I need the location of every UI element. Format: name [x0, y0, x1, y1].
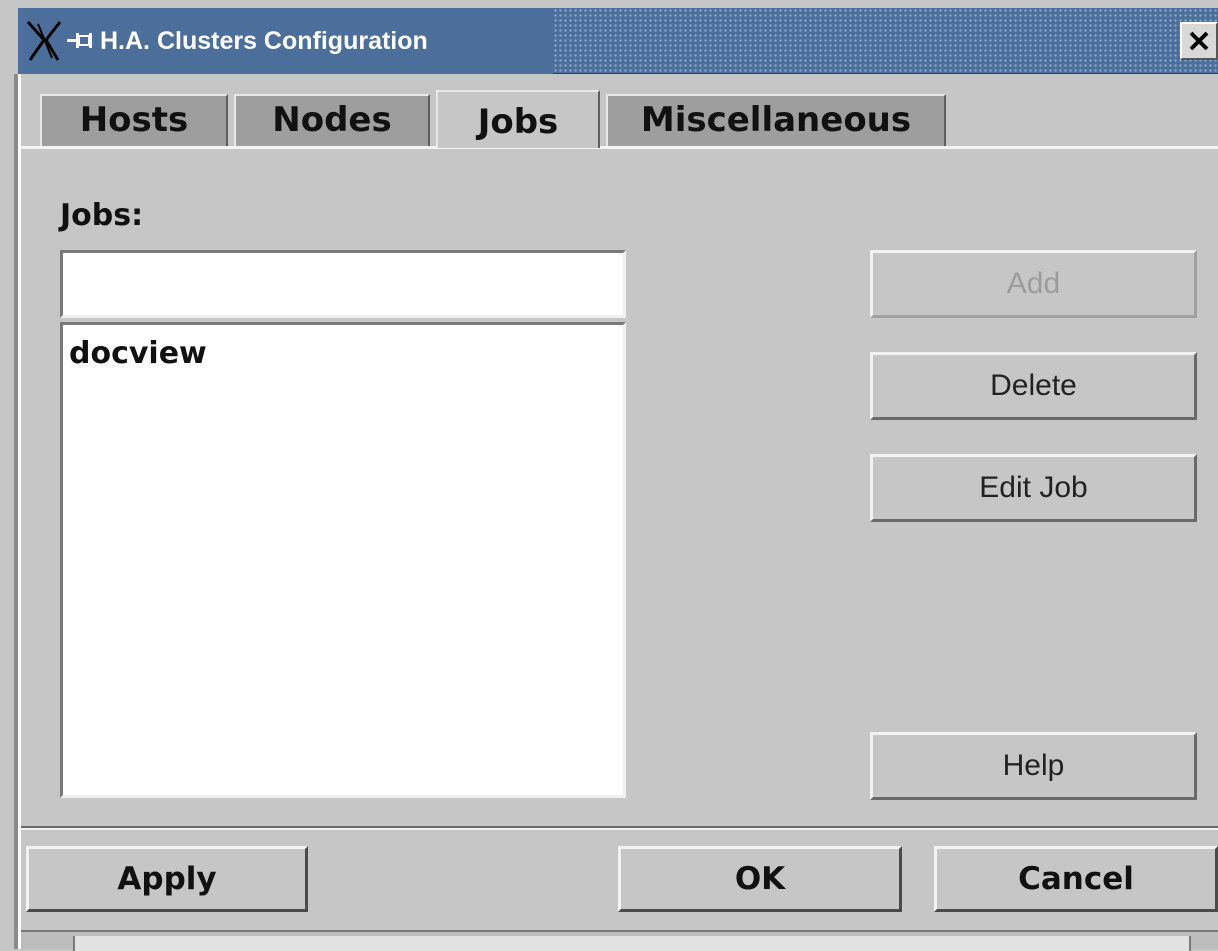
- apply-button[interactable]: Apply: [26, 846, 308, 912]
- ok-button[interactable]: OK: [618, 846, 902, 912]
- close-icon: [1189, 31, 1209, 51]
- tab-panel-border: [21, 146, 1218, 149]
- pin-icon[interactable]: [66, 28, 94, 54]
- title-bar[interactable]: H.A. Clusters Configuration: [18, 8, 1218, 74]
- cancel-button[interactable]: Cancel: [934, 846, 1218, 912]
- tab-miscellaneous[interactable]: Miscellaneous: [598, 94, 946, 146]
- jobs-list[interactable]: docview: [60, 322, 626, 798]
- jobs-label: Jobs:: [60, 198, 144, 233]
- tab-hosts[interactable]: Hosts: [32, 94, 228, 146]
- edit-job-button[interactable]: Edit Job: [870, 454, 1197, 522]
- tab-nodes[interactable]: Nodes: [226, 94, 430, 146]
- x-window-menu-icon[interactable]: [24, 18, 64, 64]
- bottom-strip: [21, 930, 1218, 951]
- title-bar-left: H.A. Clusters Configuration: [18, 8, 553, 74]
- bottom-separator: [21, 826, 1218, 830]
- close-button[interactable]: [1180, 22, 1218, 60]
- job-name-input[interactable]: [60, 250, 626, 318]
- add-button[interactable]: Add: [870, 250, 1197, 318]
- window-title: H.A. Clusters Configuration: [100, 26, 428, 55]
- list-item[interactable]: docview: [69, 335, 617, 373]
- delete-button[interactable]: Delete: [870, 352, 1197, 420]
- tab-jobs[interactable]: Jobs: [428, 90, 600, 148]
- help-button[interactable]: Help: [870, 732, 1197, 800]
